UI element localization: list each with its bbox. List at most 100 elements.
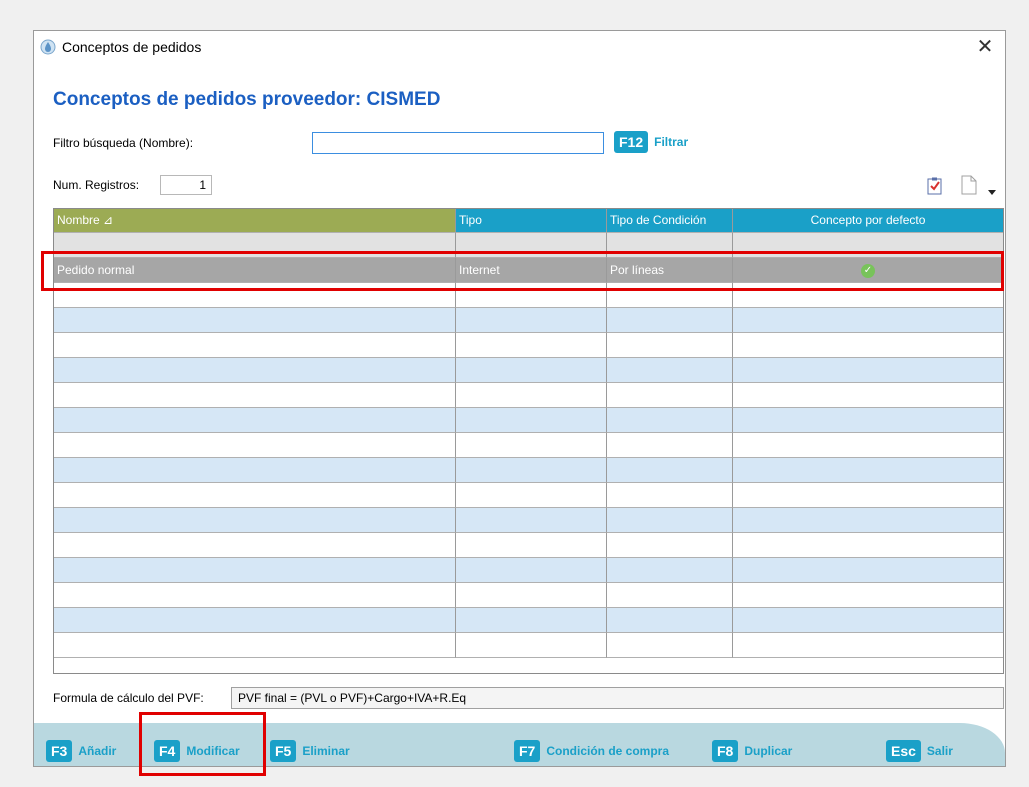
esc-key-badge: Esc xyxy=(886,740,921,762)
window-title: Conceptos de pedidos xyxy=(62,39,202,55)
cell-condicion[interactable]: Por líneas xyxy=(607,258,733,283)
action-bar: F3 Añadir F4 Modificar F5 Eliminar F7 Co… xyxy=(34,723,1005,766)
empty-row xyxy=(54,283,1003,308)
empty-cell xyxy=(607,333,733,358)
duplicate-button-label: Duplicar xyxy=(744,744,793,758)
empty-cell xyxy=(733,608,1003,633)
empty-rows xyxy=(54,283,1003,658)
grid-header: Nombre ⊿ Tipo Tipo de Condición Concepto… xyxy=(54,209,1003,233)
table-row[interactable]: Pedido normal Internet Por líneas ✓ xyxy=(54,258,1003,283)
delete-button-label: Eliminar xyxy=(302,744,350,758)
empty-cell xyxy=(607,483,733,508)
empty-cell xyxy=(456,508,607,533)
empty-row xyxy=(54,583,1003,608)
checklist-icon[interactable] xyxy=(927,177,943,200)
f5-key-badge: F5 xyxy=(270,740,297,762)
app-drop-icon xyxy=(40,39,56,55)
empty-cell xyxy=(733,383,1003,408)
cell-tipo[interactable]: Internet xyxy=(456,258,607,283)
f12-key-badge: F12 xyxy=(614,131,649,153)
empty-cell xyxy=(54,633,456,658)
empty-cell xyxy=(733,483,1003,508)
records-count: 1 xyxy=(160,175,212,195)
column-header-concepto-defecto[interactable]: Concepto por defecto xyxy=(733,209,1003,233)
empty-cell xyxy=(607,608,733,633)
column-header-nombre[interactable]: Nombre ⊿ xyxy=(54,209,456,233)
empty-cell xyxy=(607,408,733,433)
empty-cell xyxy=(456,383,607,408)
empty-cell xyxy=(54,483,456,508)
filter-cell-condicion[interactable] xyxy=(607,233,733,258)
empty-row xyxy=(54,558,1003,583)
empty-cell xyxy=(54,383,456,408)
empty-row xyxy=(54,358,1003,383)
empty-cell xyxy=(733,433,1003,458)
filter-input[interactable] xyxy=(312,132,604,154)
filter-cell-nombre[interactable] xyxy=(54,233,456,258)
filter-button-label: Filtrar xyxy=(654,135,689,149)
add-button[interactable]: F3 Añadir xyxy=(46,740,116,762)
empty-cell xyxy=(456,483,607,508)
empty-row xyxy=(54,383,1003,408)
exit-button-label: Salir xyxy=(926,744,953,758)
cell-defecto[interactable]: ✓ xyxy=(733,258,1003,283)
empty-cell xyxy=(456,308,607,333)
column-header-tipo[interactable]: Tipo xyxy=(456,209,607,233)
dropdown-arrow-icon[interactable] xyxy=(988,183,996,201)
empty-cell xyxy=(733,508,1003,533)
empty-cell xyxy=(733,333,1003,358)
modify-button[interactable]: F4 Modificar xyxy=(154,740,240,762)
empty-cell xyxy=(733,308,1003,333)
empty-row xyxy=(54,608,1003,633)
empty-cell xyxy=(733,558,1003,583)
filter-cell-tipo[interactable] xyxy=(456,233,607,258)
empty-cell xyxy=(733,408,1003,433)
empty-row xyxy=(54,408,1003,433)
empty-row xyxy=(54,533,1003,558)
empty-cell xyxy=(54,583,456,608)
empty-cell xyxy=(733,358,1003,383)
new-document-icon[interactable] xyxy=(961,175,977,200)
empty-cell xyxy=(54,508,456,533)
empty-row xyxy=(54,483,1003,508)
empty-cell xyxy=(607,433,733,458)
sort-ascending-icon: ⊿ xyxy=(103,213,114,227)
cell-nombre[interactable]: Pedido normal xyxy=(54,258,456,283)
empty-cell xyxy=(607,308,733,333)
empty-cell xyxy=(607,283,733,308)
empty-row xyxy=(54,308,1003,333)
column-header-tipo-condicion[interactable]: Tipo de Condición xyxy=(607,209,733,233)
exit-button[interactable]: Esc Salir xyxy=(886,740,953,762)
empty-cell xyxy=(456,583,607,608)
empty-cell xyxy=(607,383,733,408)
empty-cell xyxy=(607,583,733,608)
purchase-condition-button-label: Condición de compra xyxy=(546,744,670,758)
close-button[interactable]: ✕ xyxy=(973,35,997,59)
delete-button[interactable]: F5 Eliminar xyxy=(270,740,350,762)
filter-button[interactable]: F12 Filtrar xyxy=(614,131,688,153)
check-circle-icon: ✓ xyxy=(861,263,875,278)
filter-label: Filtro búsqueda (Nombre): xyxy=(53,136,194,150)
filter-cell-defecto[interactable] xyxy=(733,233,1003,258)
empty-cell xyxy=(54,608,456,633)
empty-cell xyxy=(54,283,456,308)
purchase-condition-button[interactable]: F7 Condición de compra xyxy=(514,740,669,762)
duplicate-button[interactable]: F8 Duplicar xyxy=(712,740,792,762)
empty-cell xyxy=(456,533,607,558)
f8-key-badge: F8 xyxy=(712,740,739,762)
grid-filter-row xyxy=(54,233,1003,258)
f7-key-badge: F7 xyxy=(514,740,541,762)
empty-row xyxy=(54,433,1003,458)
empty-cell xyxy=(456,458,607,483)
empty-cell xyxy=(733,283,1003,308)
empty-cell xyxy=(54,333,456,358)
empty-cell xyxy=(456,633,607,658)
empty-cell xyxy=(607,558,733,583)
empty-cell xyxy=(607,458,733,483)
empty-cell xyxy=(607,633,733,658)
empty-cell xyxy=(456,283,607,308)
empty-row xyxy=(54,633,1003,658)
modify-button-label: Modificar xyxy=(186,744,240,758)
f4-key-badge: F4 xyxy=(154,740,181,762)
dialog-window: Conceptos de pedidos ✕ Conceptos de pedi… xyxy=(33,30,1006,767)
